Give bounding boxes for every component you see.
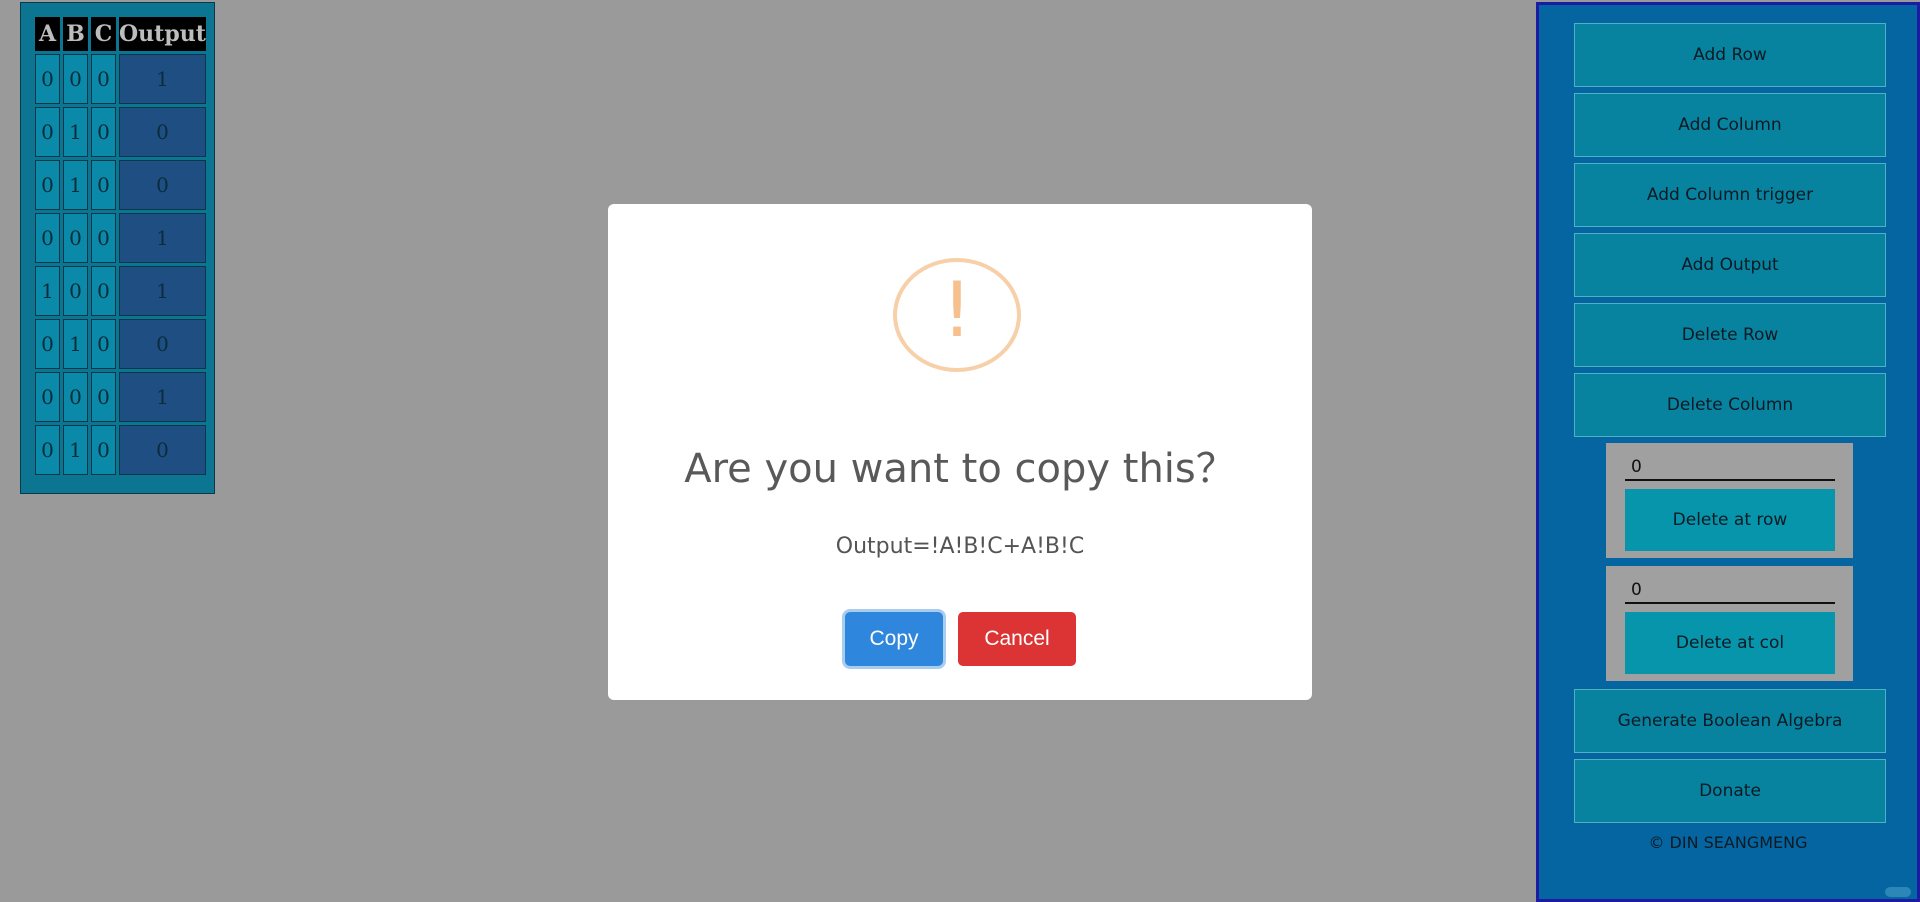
copyright-text: © DIN SEANGMENG (1648, 833, 1808, 852)
table-cell[interactable]: 0 (91, 107, 116, 157)
table-cell[interactable]: 0 (35, 319, 60, 369)
table-cell[interactable]: 1 (63, 160, 88, 210)
table-cell[interactable]: 1 (63, 425, 88, 475)
donate-button[interactable]: Donate (1574, 759, 1886, 823)
table-cell[interactable]: 0 (35, 107, 60, 157)
table-cell[interactable]: 0 (91, 372, 116, 422)
table-cell[interactable]: 0 (35, 160, 60, 210)
truth-table-panel: A B C Output 0 0 0 1 0 1 0 0 0 1 0 0 0 0… (20, 2, 215, 494)
column-header-output[interactable]: Output (119, 17, 206, 51)
delete-at-row-button[interactable]: Delete at row (1625, 489, 1835, 551)
dialog-expression-text: Output=!A!B!C+A!B!C (835, 534, 1085, 559)
add-column-trigger-button[interactable]: Add Column trigger (1574, 163, 1886, 227)
table-cell[interactable]: 0 (63, 266, 88, 316)
add-row-button[interactable]: Add Row (1574, 23, 1886, 87)
delete-at-col-button[interactable]: Delete at col (1625, 612, 1835, 674)
exclamation-icon: ! (893, 258, 1021, 372)
table-row: 0 1 0 0 (35, 107, 206, 157)
table-cell[interactable]: 0 (35, 54, 60, 104)
table-cell[interactable]: 0 (63, 372, 88, 422)
table-cell[interactable]: 0 (35, 213, 60, 263)
table-row: 1 0 0 1 (35, 266, 206, 316)
output-cell[interactable]: 0 (119, 319, 206, 369)
generate-boolean-algebra-button[interactable]: Generate Boolean Algebra (1574, 689, 1886, 753)
table-cell[interactable]: 0 (91, 160, 116, 210)
output-cell[interactable]: 1 (119, 372, 206, 422)
delete-row-button[interactable]: Delete Row (1574, 303, 1886, 367)
delete-at-row-box: Delete at row (1606, 443, 1853, 558)
table-cell[interactable]: 0 (35, 425, 60, 475)
table-cell[interactable]: 1 (63, 107, 88, 157)
table-cell[interactable]: 0 (91, 54, 116, 104)
table-cell[interactable]: 0 (91, 425, 116, 475)
table-cell[interactable]: 1 (35, 266, 60, 316)
table-row: 0 0 0 1 (35, 54, 206, 104)
cancel-button[interactable]: Cancel (958, 612, 1076, 666)
table-cell[interactable]: 0 (63, 54, 88, 104)
delete-column-button[interactable]: Delete Column (1574, 373, 1886, 437)
copy-confirm-dialog: ! Are you want to copy this？ Output=!A!B… (608, 204, 1312, 700)
delete-at-col-box: Delete at col (1606, 566, 1853, 681)
output-cell[interactable]: 1 (119, 213, 206, 263)
delete-row-index-input[interactable] (1625, 455, 1835, 481)
column-header-b[interactable]: B (63, 17, 88, 51)
truth-table: A B C Output 0 0 0 1 0 1 0 0 0 1 0 0 0 0… (32, 14, 209, 478)
table-row: 0 1 0 0 (35, 160, 206, 210)
column-header-a[interactable]: A (35, 17, 60, 51)
truth-table-header-row: A B C Output (35, 17, 206, 51)
control-sidebar: Add Row Add Column Add Column trigger Ad… (1536, 2, 1920, 902)
output-cell[interactable]: 0 (119, 107, 206, 157)
add-output-button[interactable]: Add Output (1574, 233, 1886, 297)
table-cell[interactable]: 0 (91, 213, 116, 263)
table-cell[interactable]: 0 (91, 319, 116, 369)
table-cell[interactable]: 0 (91, 266, 116, 316)
table-cell[interactable]: 1 (63, 319, 88, 369)
scroll-handle[interactable] (1885, 887, 1911, 897)
dialog-title: Are you want to copy this？ (684, 446, 1236, 492)
output-cell[interactable]: 0 (119, 425, 206, 475)
table-cell[interactable]: 0 (63, 213, 88, 263)
table-row: 0 1 0 0 (35, 319, 206, 369)
output-cell[interactable]: 1 (119, 54, 206, 104)
output-cell[interactable]: 0 (119, 160, 206, 210)
output-cell[interactable]: 1 (119, 266, 206, 316)
table-row: 0 0 0 1 (35, 213, 206, 263)
table-row: 0 1 0 0 (35, 425, 206, 475)
column-header-c[interactable]: C (91, 17, 116, 51)
copy-button[interactable]: Copy (845, 612, 943, 666)
table-cell[interactable]: 0 (35, 372, 60, 422)
add-column-button[interactable]: Add Column (1574, 93, 1886, 157)
table-row: 0 0 0 1 (35, 372, 206, 422)
delete-col-index-input[interactable] (1625, 578, 1835, 604)
